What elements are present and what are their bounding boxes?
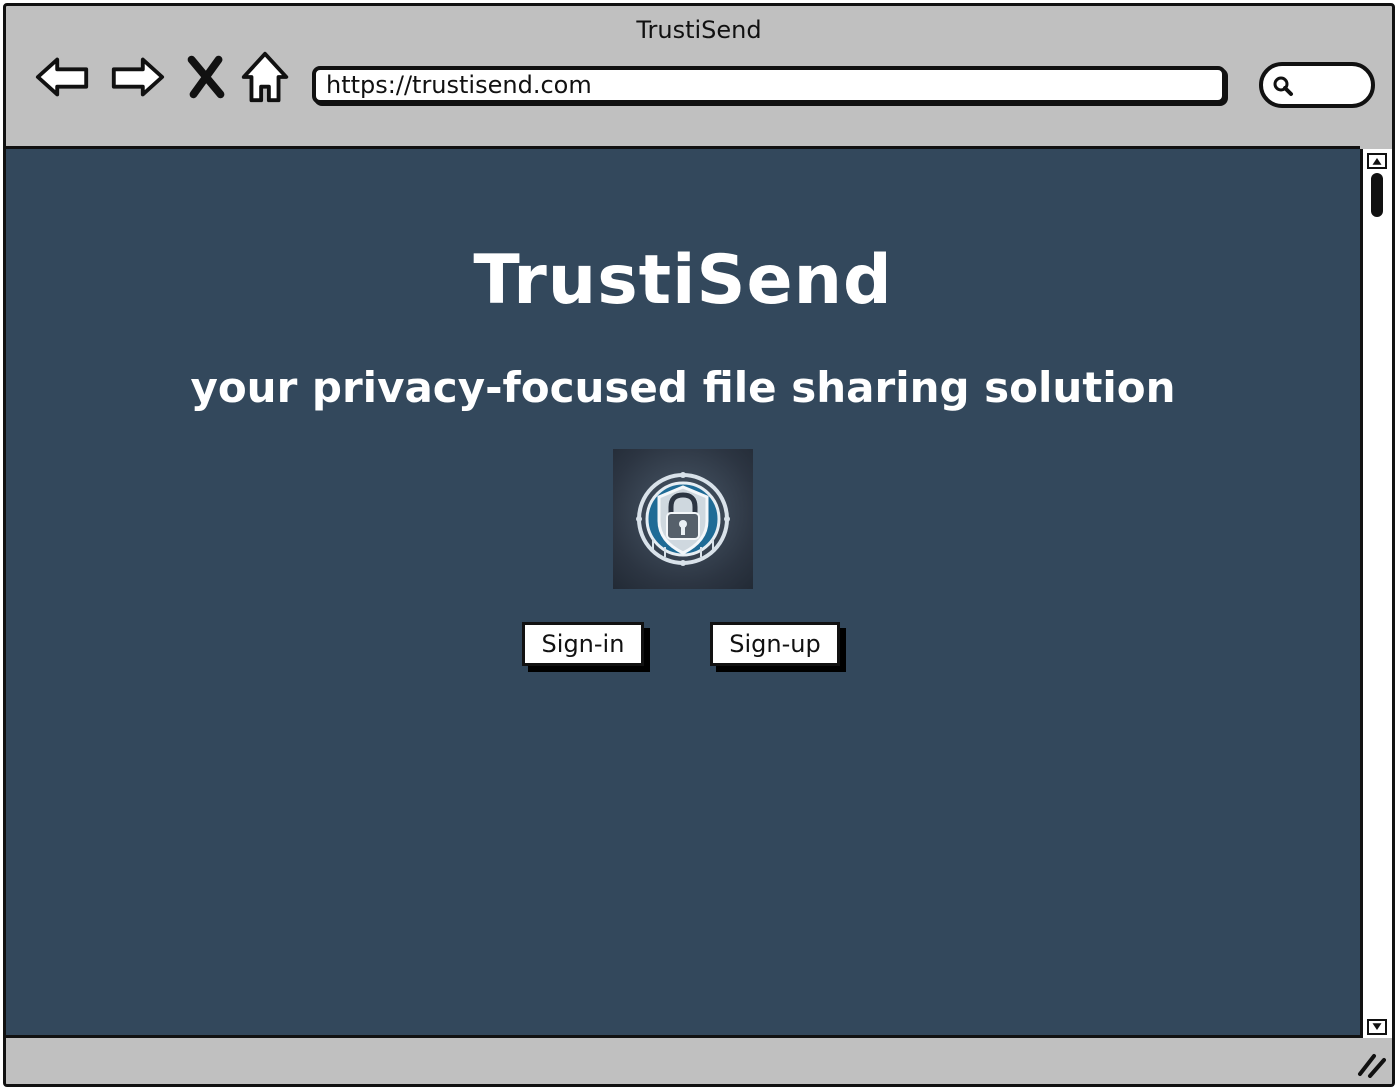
- sign-up-button[interactable]: Sign-up: [710, 622, 840, 666]
- home-button[interactable]: [236, 48, 294, 106]
- arrow-left-icon: [35, 57, 89, 97]
- stop-button[interactable]: [178, 48, 236, 106]
- address-bar[interactable]: https://trustisend.com: [312, 66, 1226, 104]
- search-input[interactable]: [1259, 62, 1375, 108]
- triangle-down-icon: [1372, 1023, 1382, 1030]
- close-icon: [187, 55, 225, 99]
- status-bar: [6, 1038, 1392, 1084]
- scroll-down-button[interactable]: [1367, 1019, 1387, 1035]
- back-button[interactable]: [34, 48, 92, 106]
- forward-button[interactable]: [108, 48, 166, 106]
- resize-grip-icon[interactable]: [1356, 1050, 1386, 1078]
- search-icon: [1273, 76, 1293, 96]
- shield-lock-icon: [636, 472, 730, 566]
- app-logo: [613, 449, 753, 589]
- page-title: TrustiSend: [473, 241, 893, 320]
- page-tagline: your privacy-focused file sharing soluti…: [190, 363, 1176, 412]
- page-content: TrustiSend your privacy-focused file sha…: [6, 146, 1360, 1038]
- vertical-scrollbar[interactable]: [1360, 149, 1392, 1039]
- sign-in-button[interactable]: Sign-in: [522, 622, 644, 666]
- arrow-right-icon: [111, 57, 165, 97]
- window-title: TrustiSend: [636, 16, 762, 44]
- scroll-up-button[interactable]: [1367, 153, 1387, 169]
- triangle-up-icon: [1372, 158, 1382, 165]
- browser-window: TrustiSend https://trustisend.com Trusti…: [3, 3, 1395, 1087]
- home-icon: [241, 51, 289, 103]
- scroll-thumb[interactable]: [1371, 173, 1383, 217]
